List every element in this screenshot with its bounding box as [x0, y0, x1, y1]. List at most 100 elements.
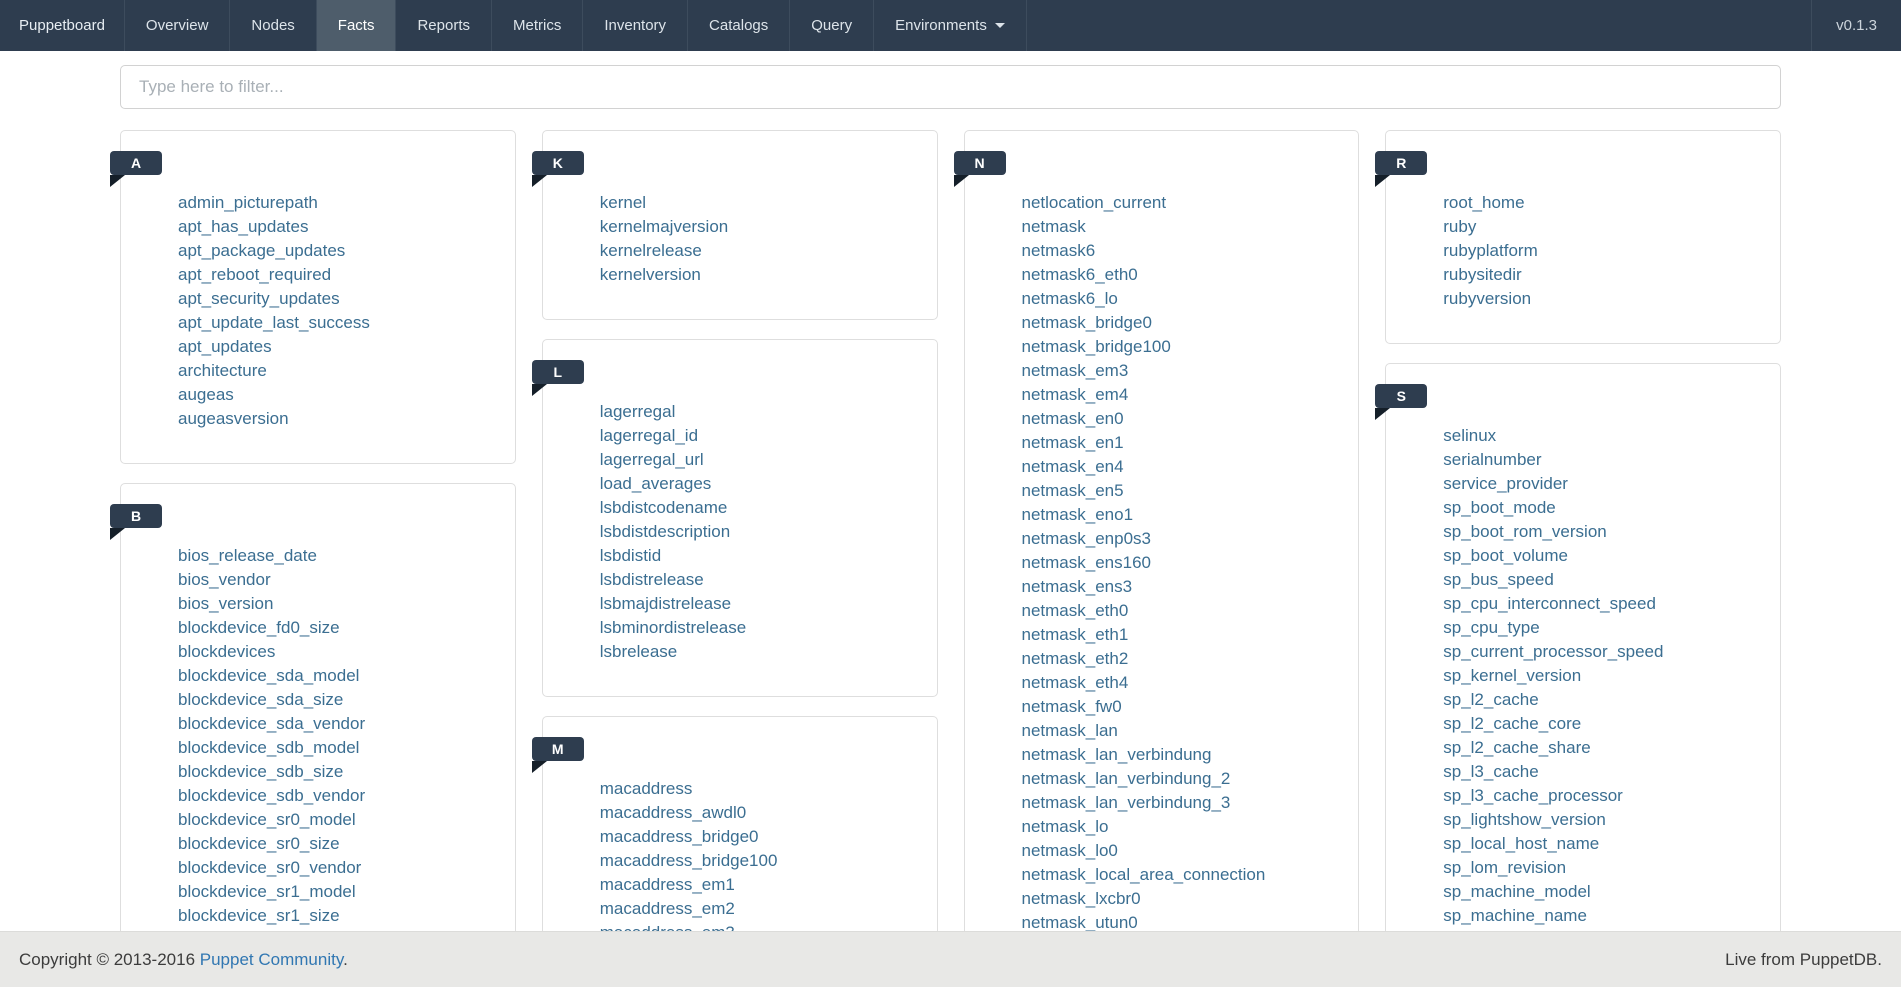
- fact-link-ruby[interactable]: ruby: [1443, 217, 1476, 236]
- fact-link-blockdevice_fd0_size[interactable]: blockdevice_fd0_size: [178, 618, 340, 637]
- fact-link-netmask_eth0[interactable]: netmask_eth0: [1022, 601, 1129, 620]
- fact-link-sp_l2_cache_core[interactable]: sp_l2_cache_core: [1443, 714, 1581, 733]
- fact-link-blockdevice_sda_model[interactable]: blockdevice_sda_model: [178, 666, 359, 685]
- fact-link-sp_machine_name[interactable]: sp_machine_name: [1443, 906, 1587, 925]
- nav-tab-inventory[interactable]: Inventory: [583, 0, 688, 51]
- fact-link-netmask_ens160[interactable]: netmask_ens160: [1022, 553, 1151, 572]
- fact-link-sp_machine_model[interactable]: sp_machine_model: [1443, 882, 1590, 901]
- fact-link-sp_l3_cache_processor[interactable]: sp_l3_cache_processor: [1443, 786, 1623, 805]
- fact-link-kernelrelease[interactable]: kernelrelease: [600, 241, 702, 260]
- fact-link-load_averages[interactable]: load_averages: [600, 474, 712, 493]
- facts-filter-input[interactable]: [120, 65, 1781, 109]
- nav-tab-facts[interactable]: Facts: [317, 0, 397, 51]
- fact-link-lsbdistcodename[interactable]: lsbdistcodename: [600, 498, 728, 517]
- fact-link-root_home[interactable]: root_home: [1443, 193, 1524, 212]
- fact-link-netmask_en1[interactable]: netmask_en1: [1022, 433, 1124, 452]
- fact-link-macaddress_bridge0[interactable]: macaddress_bridge0: [600, 827, 759, 846]
- fact-link-macaddress_bridge100[interactable]: macaddress_bridge100: [600, 851, 778, 870]
- fact-link-lsbdistrelease[interactable]: lsbdistrelease: [600, 570, 704, 589]
- fact-link-blockdevice_sda_size[interactable]: blockdevice_sda_size: [178, 690, 343, 709]
- fact-link-netmask_eth2[interactable]: netmask_eth2: [1022, 649, 1129, 668]
- fact-link-sp_l2_cache_share[interactable]: sp_l2_cache_share: [1443, 738, 1590, 757]
- fact-link-netmask_lan[interactable]: netmask_lan: [1022, 721, 1118, 740]
- fact-link-kernelversion[interactable]: kernelversion: [600, 265, 701, 284]
- fact-link-serialnumber[interactable]: serialnumber: [1443, 450, 1541, 469]
- fact-link-netmask_ens3[interactable]: netmask_ens3: [1022, 577, 1133, 596]
- fact-link-macaddress_em1[interactable]: macaddress_em1: [600, 875, 735, 894]
- fact-link-netmask_bridge100[interactable]: netmask_bridge100: [1022, 337, 1171, 356]
- fact-link-rubyplatform[interactable]: rubyplatform: [1443, 241, 1537, 260]
- fact-link-netmask_en0[interactable]: netmask_en0: [1022, 409, 1124, 428]
- fact-link-netmask_local_area_connection[interactable]: netmask_local_area_connection: [1022, 865, 1266, 884]
- fact-link-netmask6[interactable]: netmask6: [1022, 241, 1096, 260]
- fact-link-netmask_lo[interactable]: netmask_lo: [1022, 817, 1109, 836]
- fact-link-lagerregal[interactable]: lagerregal: [600, 402, 676, 421]
- puppet-community-link[interactable]: Puppet Community: [200, 950, 343, 969]
- fact-link-macaddress_awdl0[interactable]: macaddress_awdl0: [600, 803, 746, 822]
- fact-link-blockdevice_sr0_vendor[interactable]: blockdevice_sr0_vendor: [178, 858, 361, 877]
- fact-link-apt_reboot_required[interactable]: apt_reboot_required: [178, 265, 331, 284]
- fact-link-netmask_eth4[interactable]: netmask_eth4: [1022, 673, 1129, 692]
- fact-link-netmask_enp0s3[interactable]: netmask_enp0s3: [1022, 529, 1151, 548]
- fact-link-sp_cpu_interconnect_speed[interactable]: sp_cpu_interconnect_speed: [1443, 594, 1656, 613]
- fact-link-netmask_bridge0[interactable]: netmask_bridge0: [1022, 313, 1152, 332]
- fact-link-netmask_utun0[interactable]: netmask_utun0: [1022, 913, 1138, 932]
- fact-link-netmask_eno1[interactable]: netmask_eno1: [1022, 505, 1134, 524]
- fact-link-lagerregal_url[interactable]: lagerregal_url: [600, 450, 704, 469]
- nav-tab-metrics[interactable]: Metrics: [492, 0, 583, 51]
- fact-link-netmask6_eth0[interactable]: netmask6_eth0: [1022, 265, 1138, 284]
- fact-link-netmask_lxcbr0[interactable]: netmask_lxcbr0: [1022, 889, 1141, 908]
- fact-link-architecture[interactable]: architecture: [178, 361, 267, 380]
- fact-link-blockdevice_sdb_model[interactable]: blockdevice_sdb_model: [178, 738, 359, 757]
- fact-link-netmask_lan_verbindung_3[interactable]: netmask_lan_verbindung_3: [1022, 793, 1231, 812]
- fact-link-macaddress_em2[interactable]: macaddress_em2: [600, 899, 735, 918]
- fact-link-sp_l3_cache[interactable]: sp_l3_cache: [1443, 762, 1538, 781]
- fact-link-sp_current_processor_speed[interactable]: sp_current_processor_speed: [1443, 642, 1663, 661]
- fact-link-augeasversion[interactable]: augeasversion: [178, 409, 289, 428]
- fact-link-bios_vendor[interactable]: bios_vendor: [178, 570, 271, 589]
- nav-tab-nodes[interactable]: Nodes: [230, 0, 316, 51]
- fact-link-netmask_eth1[interactable]: netmask_eth1: [1022, 625, 1129, 644]
- fact-link-sp_bus_speed[interactable]: sp_bus_speed: [1443, 570, 1554, 589]
- fact-link-apt_updates[interactable]: apt_updates: [178, 337, 272, 356]
- nav-tab-query[interactable]: Query: [790, 0, 874, 51]
- fact-link-sp_boot_mode[interactable]: sp_boot_mode: [1443, 498, 1555, 517]
- nav-tab-catalogs[interactable]: Catalogs: [688, 0, 790, 51]
- nav-tab-overview[interactable]: Overview: [125, 0, 231, 51]
- fact-link-selinux[interactable]: selinux: [1443, 426, 1496, 445]
- fact-link-blockdevice_sr1_size[interactable]: blockdevice_sr1_size: [178, 906, 340, 925]
- fact-link-netmask_lan_verbindung_2[interactable]: netmask_lan_verbindung_2: [1022, 769, 1231, 788]
- fact-link-blockdevice_sr1_model[interactable]: blockdevice_sr1_model: [178, 882, 356, 901]
- fact-link-netmask[interactable]: netmask: [1022, 217, 1086, 236]
- fact-link-netlocation_current[interactable]: netlocation_current: [1022, 193, 1167, 212]
- fact-link-netmask_lo0[interactable]: netmask_lo0: [1022, 841, 1118, 860]
- fact-link-sp_lom_revision[interactable]: sp_lom_revision: [1443, 858, 1566, 877]
- fact-link-blockdevice_sr0_size[interactable]: blockdevice_sr0_size: [178, 834, 340, 853]
- fact-link-macaddress[interactable]: macaddress: [600, 779, 693, 798]
- fact-link-blockdevice_sdb_size[interactable]: blockdevice_sdb_size: [178, 762, 343, 781]
- fact-link-kernel[interactable]: kernel: [600, 193, 646, 212]
- fact-link-apt_security_updates[interactable]: apt_security_updates: [178, 289, 340, 308]
- nav-tab-environments[interactable]: Environments: [874, 0, 1027, 51]
- fact-link-netmask_fw0[interactable]: netmask_fw0: [1022, 697, 1122, 716]
- fact-link-rubyversion[interactable]: rubyversion: [1443, 289, 1531, 308]
- fact-link-kernelmajversion[interactable]: kernelmajversion: [600, 217, 729, 236]
- fact-link-lagerregal_id[interactable]: lagerregal_id: [600, 426, 698, 445]
- fact-link-sp_l2_cache[interactable]: sp_l2_cache: [1443, 690, 1538, 709]
- fact-link-netmask_en5[interactable]: netmask_en5: [1022, 481, 1124, 500]
- fact-link-sp_kernel_version[interactable]: sp_kernel_version: [1443, 666, 1581, 685]
- fact-link-lsbmajdistrelease[interactable]: lsbmajdistrelease: [600, 594, 731, 613]
- fact-link-bios_version[interactable]: bios_version: [178, 594, 273, 613]
- nav-tab-reports[interactable]: Reports: [396, 0, 492, 51]
- fact-link-netmask_lan_verbindung[interactable]: netmask_lan_verbindung: [1022, 745, 1212, 764]
- fact-link-apt_package_updates[interactable]: apt_package_updates: [178, 241, 345, 260]
- fact-link-apt_update_last_success[interactable]: apt_update_last_success: [178, 313, 370, 332]
- fact-link-rubysitedir[interactable]: rubysitedir: [1443, 265, 1521, 284]
- fact-link-blockdevices[interactable]: blockdevices: [178, 642, 275, 661]
- fact-link-apt_has_updates[interactable]: apt_has_updates: [178, 217, 308, 236]
- fact-link-sp_lightshow_version[interactable]: sp_lightshow_version: [1443, 810, 1606, 829]
- fact-link-netmask_en4[interactable]: netmask_en4: [1022, 457, 1124, 476]
- fact-link-lsbdistid[interactable]: lsbdistid: [600, 546, 661, 565]
- fact-link-bios_release_date[interactable]: bios_release_date: [178, 546, 317, 565]
- fact-link-blockdevice_sda_vendor[interactable]: blockdevice_sda_vendor: [178, 714, 365, 733]
